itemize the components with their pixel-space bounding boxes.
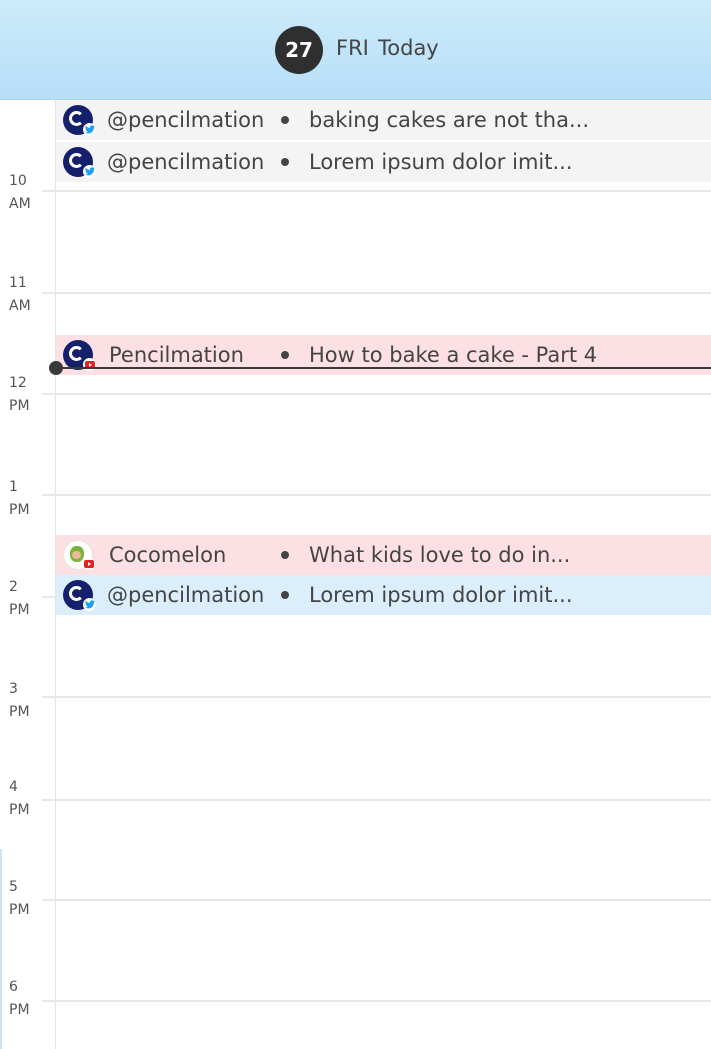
- hour-gridline: [42, 1000, 711, 1002]
- hour-period: PM: [9, 704, 30, 720]
- hour-number: 12: [9, 375, 27, 391]
- event-title: baking cakes are not tha...: [309, 108, 590, 132]
- pencilmation-avatar: [63, 580, 96, 611]
- hour-number: 6: [9, 979, 18, 995]
- hour-label-4pm: 4 PM: [9, 776, 49, 822]
- current-time-dot: [49, 361, 63, 375]
- current-time-line: [56, 367, 711, 369]
- event-account: Pencilmation: [109, 343, 244, 367]
- today-label[interactable]: Today: [378, 36, 439, 60]
- event-account: @pencilmation: [107, 583, 265, 607]
- pencilmation-avatar: [63, 340, 96, 371]
- hour-gridline: [42, 494, 711, 496]
- hour-period: PM: [9, 602, 30, 618]
- event-item[interactable]: @pencilmation Lorem ipsum dolor imit...: [56, 142, 711, 182]
- hour-gridline: [42, 899, 711, 901]
- hour-number: 3: [9, 681, 18, 697]
- hour-gridline: [42, 696, 711, 698]
- separator-dot: [281, 116, 289, 124]
- hour-label-1pm: 1 PM: [9, 476, 49, 522]
- day-header: 27 FRI Today: [0, 0, 711, 100]
- twitter-icon: [83, 165, 96, 178]
- event-title: Lorem ipsum dolor imit...: [309, 583, 573, 607]
- youtube-icon: [82, 557, 95, 570]
- event-item[interactable]: @pencilmation Lorem ipsum dolor imit...: [56, 575, 711, 615]
- separator-dot: [281, 551, 289, 559]
- event-account: @pencilmation: [107, 150, 265, 174]
- hour-number: 1: [9, 479, 18, 495]
- separator-dot: [281, 591, 289, 599]
- left-edge-accent: [0, 849, 2, 1049]
- pencilmation-logo-icon: [69, 586, 84, 601]
- hour-gridline: [42, 393, 711, 395]
- hour-gridline: [42, 292, 711, 294]
- hour-period: PM: [9, 902, 30, 918]
- pencilmation-avatar: [63, 105, 96, 136]
- event-account: @pencilmation: [107, 108, 265, 132]
- weekday-label: FRI: [336, 36, 369, 60]
- cocomelon-avatar: [63, 540, 95, 570]
- hour-period: AM: [9, 196, 31, 212]
- event-item[interactable]: Pencilmation How to bake a cake - Part 4: [56, 335, 711, 375]
- separator-dot: [281, 351, 289, 359]
- hour-number: 5: [9, 879, 18, 895]
- hour-label-11am: 11 AM: [9, 272, 49, 318]
- event-item[interactable]: @pencilmation baking cakes are not tha..…: [56, 100, 711, 140]
- hour-label-6pm: 6 PM: [9, 976, 49, 1022]
- hour-label-12pm: 12 PM: [9, 372, 49, 418]
- pencilmation-logo-icon: [69, 346, 84, 361]
- separator-dot: [281, 158, 289, 166]
- hour-label-10am: 10 AM: [9, 170, 49, 216]
- event-title: Lorem ipsum dolor imit...: [309, 150, 573, 174]
- event-account: Cocomelon: [109, 543, 227, 567]
- hour-period: AM: [9, 298, 31, 314]
- hour-number: 2: [9, 579, 18, 595]
- twitter-icon: [83, 123, 96, 136]
- pencilmation-avatar: [63, 147, 96, 178]
- hour-number: 10: [9, 173, 27, 189]
- hour-label-5pm: 5 PM: [9, 876, 49, 922]
- hour-gridline: [42, 190, 711, 192]
- event-title: How to bake a cake - Part 4: [309, 343, 598, 367]
- hour-period: PM: [9, 398, 30, 414]
- hour-label-2pm: 2 PM: [9, 576, 49, 622]
- pencilmation-logo-icon: [69, 111, 84, 126]
- hour-period: PM: [9, 802, 30, 818]
- pencilmation-logo-icon: [69, 153, 84, 168]
- hour-period: PM: [9, 502, 30, 518]
- event-item[interactable]: Cocomelon What kids love to do in...: [56, 535, 711, 575]
- youtube-icon: [83, 358, 96, 371]
- date-badge[interactable]: 27: [275, 26, 323, 74]
- hour-number: 4: [9, 779, 18, 795]
- hour-period: PM: [9, 1002, 30, 1018]
- hour-number: 11: [9, 275, 27, 291]
- hour-gridline: [42, 799, 711, 801]
- twitter-icon: [83, 598, 96, 611]
- event-title: What kids love to do in...: [309, 543, 571, 567]
- hour-label-3pm: 3 PM: [9, 678, 49, 724]
